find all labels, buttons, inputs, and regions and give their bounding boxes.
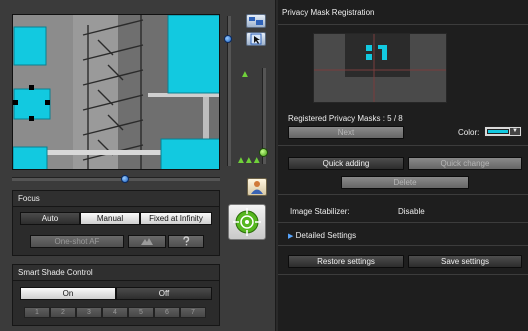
camera-control-panel: ▲ ▲▲▲ Focus Auto Manual Fixed at Infinit… xyxy=(0,0,276,331)
mask-thumbnail-image xyxy=(314,34,446,102)
image-stabilizer-value: Disable xyxy=(398,207,425,216)
person-icon xyxy=(251,181,263,194)
focus-slider-thumb[interactable] xyxy=(259,148,268,157)
detailed-settings-label: Detailed Settings xyxy=(295,231,357,240)
af-target-button[interactable] xyxy=(228,204,266,240)
smart-shade-on[interactable]: On xyxy=(20,287,116,300)
pipe xyxy=(148,93,219,97)
privacy-mask-2[interactable] xyxy=(13,88,51,120)
mountain-button[interactable] xyxy=(128,235,166,248)
shade-level-3[interactable]: 3 xyxy=(76,307,102,318)
privacy-mask-title: Privacy Mask Registration xyxy=(282,8,375,17)
detailed-settings-toggle[interactable]: ▶ Detailed Settings xyxy=(288,231,356,240)
divider xyxy=(278,24,528,25)
divider xyxy=(278,145,528,146)
shade-level-5[interactable]: 5 xyxy=(128,307,154,318)
far-trees-icon: ▲▲▲ xyxy=(236,155,262,166)
shade-level-1[interactable]: 1 xyxy=(24,307,50,318)
focus-mode-fixed-infinity[interactable]: Fixed at Infinity xyxy=(140,212,212,225)
smart-shade-title: Smart Shade Control xyxy=(13,265,219,281)
focus-mode-manual[interactable]: Manual xyxy=(80,212,140,225)
focus-title: Focus xyxy=(13,191,219,207)
smart-shade-off[interactable]: Off xyxy=(116,287,212,300)
quick-adding-button[interactable]: Quick adding xyxy=(288,157,404,170)
restore-settings-button[interactable]: Restore settings xyxy=(288,255,404,268)
mountain-icon xyxy=(141,238,153,245)
question-icon xyxy=(183,236,190,246)
save-settings-button[interactable]: Save settings xyxy=(408,255,522,268)
shade-level-4[interactable]: 4 xyxy=(102,307,128,318)
near-tree-icon: ▲ xyxy=(240,69,250,80)
privacy-mask-3[interactable] xyxy=(13,146,48,170)
quick-change-button[interactable]: Quick change xyxy=(408,157,522,170)
chevron-down-icon[interactable]: ▼ xyxy=(510,128,520,135)
pan-slider-track[interactable] xyxy=(12,177,220,181)
privacy-mask-4[interactable] xyxy=(167,15,220,94)
shade-level-2[interactable]: 2 xyxy=(50,307,76,318)
image-stabilizer-label: Image Stabilizer: xyxy=(290,207,350,216)
select-mode-button[interactable] xyxy=(246,32,266,46)
screens-icon xyxy=(249,17,263,25)
wide-tele-button[interactable] xyxy=(246,14,266,28)
shade-level-6[interactable]: 6 xyxy=(154,307,180,318)
privacy-mask-panel: Privacy Mask Registration Registered Pri… xyxy=(278,0,528,331)
registered-masks-count: Registered Privacy Masks : 5 / 8 xyxy=(288,114,403,123)
focus-mode-auto[interactable]: Auto xyxy=(20,212,80,225)
divider xyxy=(278,222,528,223)
expand-arrow-icon: ▶ xyxy=(288,233,294,240)
cursor-icon xyxy=(250,33,262,45)
color-swatch xyxy=(487,129,509,134)
color-select[interactable]: ▼ xyxy=(484,126,522,137)
camera-preview[interactable] xyxy=(12,14,220,170)
shade-level-7[interactable]: 7 xyxy=(180,307,206,318)
divider xyxy=(278,274,528,275)
divider xyxy=(278,194,528,195)
help-button[interactable] xyxy=(168,235,204,248)
next-button[interactable]: Next xyxy=(288,126,404,139)
privacy-mask-5[interactable] xyxy=(160,138,220,170)
pan-slider-thumb[interactable] xyxy=(121,175,129,183)
mask-thumbnail xyxy=(313,33,447,103)
target-icon xyxy=(233,208,261,236)
one-shot-af-button[interactable]: One-shot AF xyxy=(30,235,124,248)
divider xyxy=(278,245,528,246)
zoom-slider-thumb[interactable] xyxy=(224,35,232,43)
preview-image xyxy=(13,15,220,170)
delete-button[interactable]: Delete xyxy=(341,176,469,189)
color-label: Color: xyxy=(458,128,480,137)
privacy-mask-1[interactable] xyxy=(13,26,47,66)
face-detection-button[interactable] xyxy=(247,178,267,196)
